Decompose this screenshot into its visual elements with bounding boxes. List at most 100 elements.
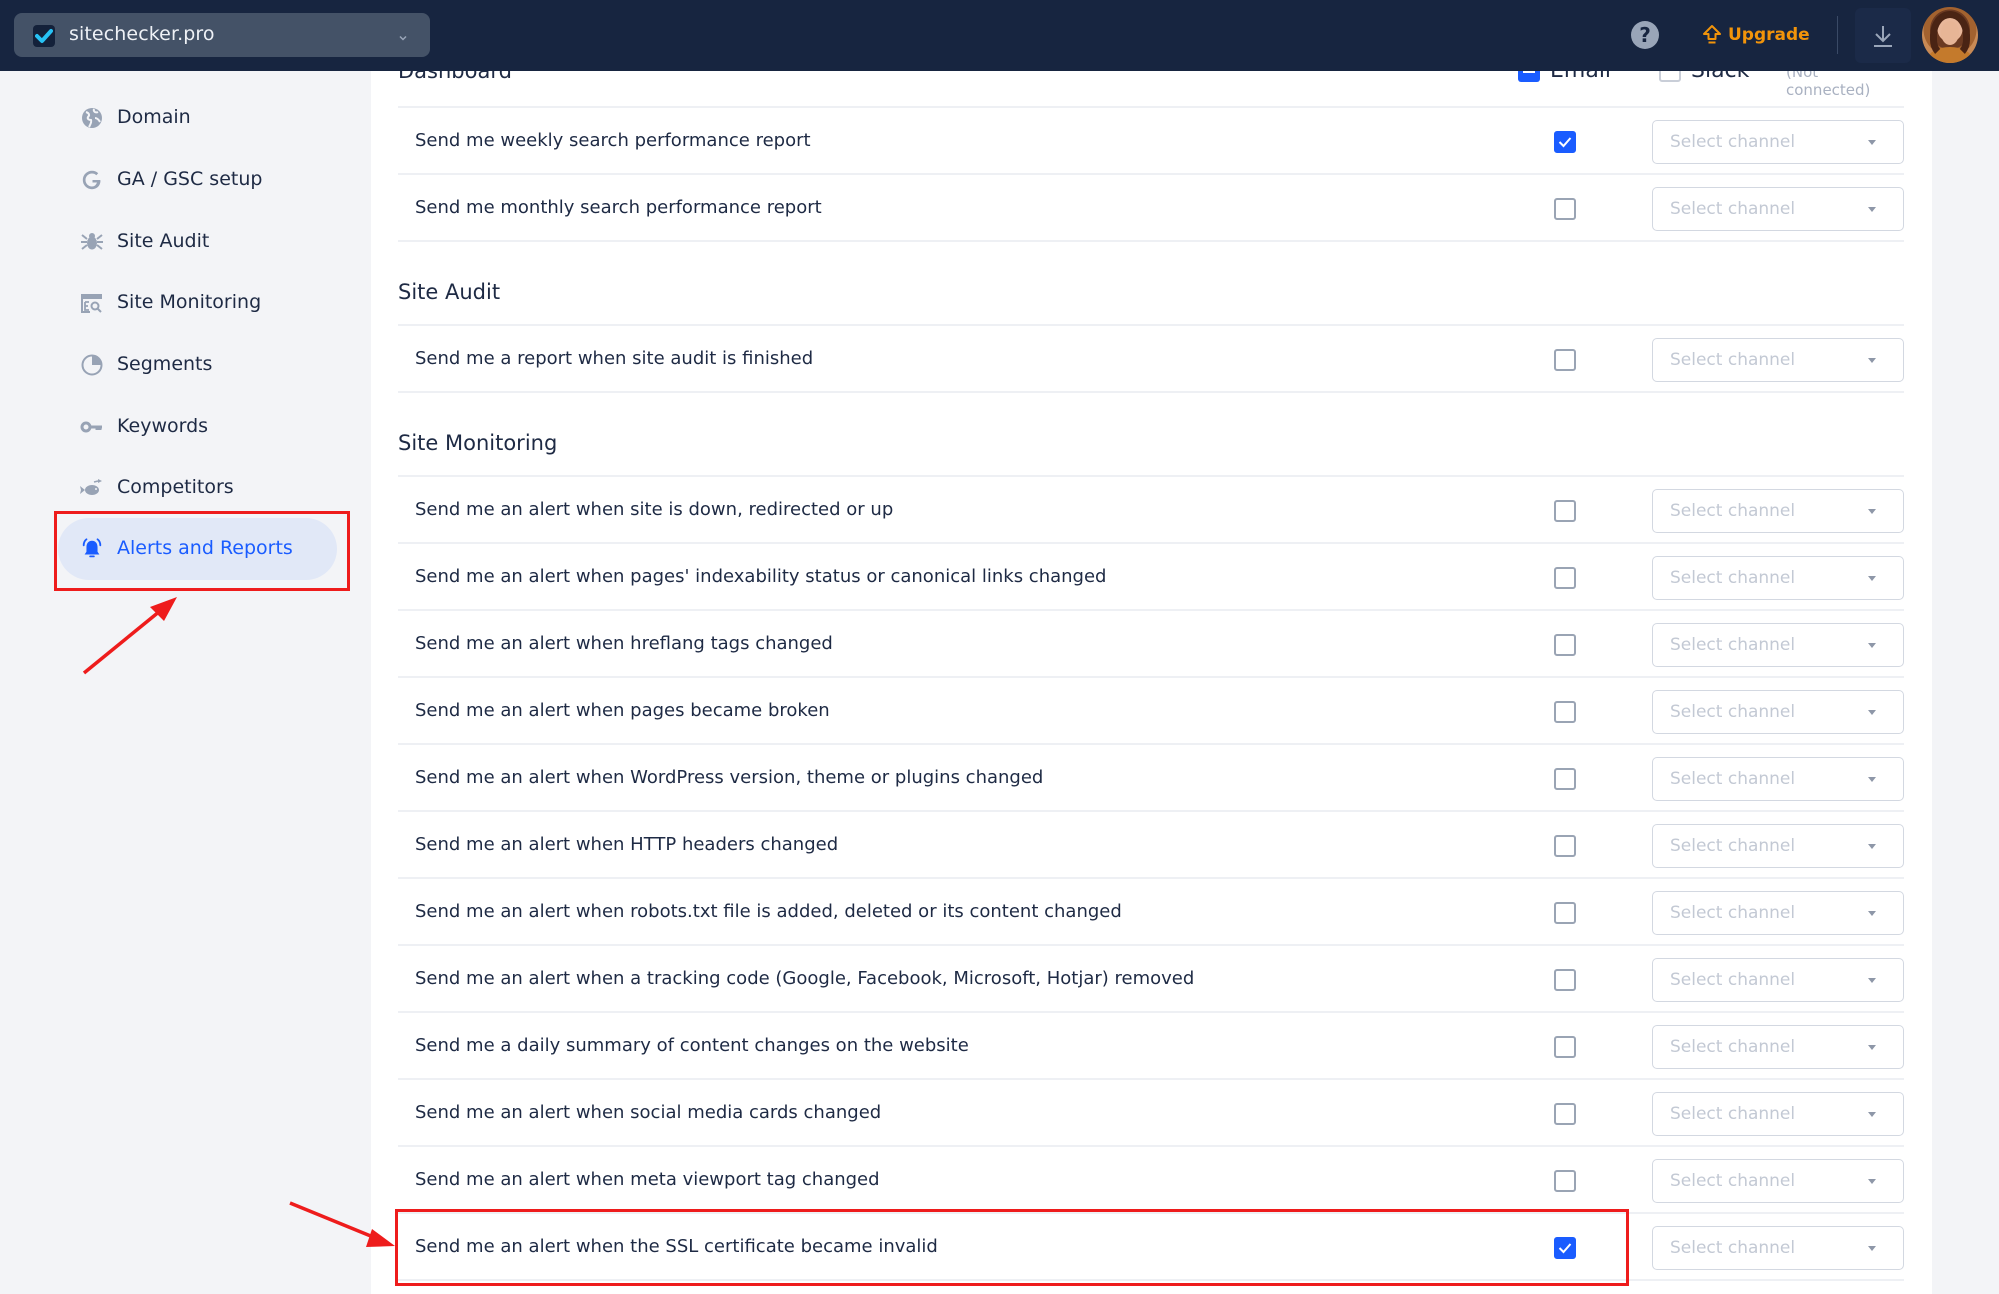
checkmark-icon — [1558, 1243, 1572, 1254]
email-checkbox[interactable] — [1554, 1036, 1576, 1058]
caret-down-icon — [1868, 1246, 1876, 1251]
sidebar-item-segments[interactable]: Segments — [58, 334, 337, 396]
caret-down-icon — [1868, 710, 1876, 715]
bell-icon — [80, 537, 104, 561]
slack-channel-select[interactable]: Select channel — [1652, 757, 1904, 801]
sidebar-item-label: Site Monitoring — [117, 291, 262, 313]
select-placeholder: Select channel — [1670, 970, 1796, 990]
select-placeholder: Select channel — [1670, 769, 1796, 789]
slack-select-all-checkbox[interactable] — [1659, 71, 1681, 82]
sidebar-item-ga-gsc-setup[interactable]: GA / GSC setup — [58, 149, 337, 211]
slack-column-label: Slack — [1691, 71, 1749, 83]
caret-down-icon — [1868, 1179, 1876, 1184]
dashboard-rows: Send me weekly search performance report… — [398, 108, 1904, 242]
alert-row: Send me an alert when WordPress version,… — [398, 745, 1904, 812]
slack-channel-select[interactable]: Select channel — [1652, 1226, 1904, 1270]
alert-row: Send me an alert when a tracking code (G… — [398, 946, 1904, 1013]
sidebar-item-label: Competitors — [117, 476, 234, 498]
sidebar-item-competitors[interactable]: Competitors — [58, 457, 337, 519]
sidebar-item-site-monitoring[interactable]: Site Monitoring — [58, 272, 337, 334]
email-select-all-checkbox[interactable] — [1518, 71, 1540, 82]
pie-chart-icon — [80, 353, 104, 377]
alert-row: Send me an alert when pages' indexabilit… — [398, 544, 1904, 611]
email-checkbox[interactable] — [1554, 969, 1576, 991]
slack-channel-select[interactable]: Select channel — [1652, 187, 1904, 231]
sidebar-item-label: GA / GSC setup — [117, 168, 263, 190]
slack-channel-select[interactable]: Select channel — [1652, 120, 1904, 164]
site-name: sitechecker.pro — [69, 23, 215, 45]
slack-channel-select[interactable]: Select channel — [1652, 489, 1904, 533]
email-checkbox[interactable] — [1554, 835, 1576, 857]
email-checkbox[interactable] — [1554, 567, 1576, 589]
email-column-label: Email — [1550, 71, 1611, 83]
slack-channel-select[interactable]: Select channel — [1652, 891, 1904, 935]
alert-label: Send me an alert when meta viewport tag … — [415, 1169, 880, 1190]
alert-label: Send me a report when site audit is fini… — [415, 348, 814, 369]
slack-channel-select[interactable]: Select channel — [1652, 1025, 1904, 1069]
caret-down-icon — [1868, 978, 1876, 983]
upgrade-arrow-icon — [1703, 25, 1721, 44]
alert-row: Send me an alert when hreflang tags chan… — [398, 611, 1904, 678]
select-placeholder: Select channel — [1670, 132, 1796, 152]
alert-row: Send me weekly search performance report… — [398, 108, 1904, 175]
upgrade-label: Upgrade — [1728, 25, 1810, 45]
alert-row: Send me a daily summary of content chang… — [398, 1013, 1904, 1080]
email-checkbox[interactable] — [1554, 349, 1576, 371]
email-checkbox[interactable] — [1554, 634, 1576, 656]
alert-label: Send me an alert when HTTP headers chang… — [415, 834, 839, 855]
sidebar-item-domain[interactable]: Domain — [58, 87, 337, 149]
caret-down-icon — [1868, 576, 1876, 581]
alert-row: Send me an alert when meta viewport tag … — [398, 1147, 1904, 1214]
slack-channel-select[interactable]: Select channel — [1652, 690, 1904, 734]
alert-label: Send me an alert when hreflang tags chan… — [415, 633, 833, 654]
email-checkbox[interactable] — [1554, 1103, 1576, 1125]
sidebar-item-label: Domain — [117, 106, 191, 128]
email-checkbox[interactable] — [1554, 768, 1576, 790]
alert-row: Send me a report when site audit is fini… — [398, 326, 1904, 393]
site-selector[interactable]: sitechecker.pro — [14, 13, 430, 57]
slack-channel-select[interactable]: Select channel — [1652, 824, 1904, 868]
select-placeholder: Select channel — [1670, 1171, 1796, 1191]
slack-channel-select[interactable]: Select channel — [1652, 1092, 1904, 1136]
email-checkbox[interactable] — [1554, 131, 1576, 153]
email-checkbox[interactable] — [1554, 902, 1576, 924]
select-placeholder: Select channel — [1670, 350, 1796, 370]
slack-channel-select[interactable]: Select channel — [1652, 958, 1904, 1002]
select-placeholder: Select channel — [1670, 199, 1796, 219]
section-header-dashboard: Dashboard Email Slack (Not connected) — [398, 71, 1904, 108]
section-header-site-audit: Site Audit — [398, 242, 1904, 326]
email-checkbox[interactable] — [1554, 701, 1576, 723]
alerts-list: Dashboard Email Slack (Not connected) Se… — [398, 71, 1904, 1281]
caret-down-icon — [1868, 140, 1876, 145]
caret-down-icon — [1868, 207, 1876, 212]
email-checkbox[interactable] — [1554, 198, 1576, 220]
caret-down-icon — [1868, 844, 1876, 849]
sidebar-item-alerts-and-reports[interactable]: Alerts and Reports — [58, 518, 337, 580]
email-checkbox[interactable] — [1554, 500, 1576, 522]
slack-channel-select[interactable]: Select channel — [1652, 556, 1904, 600]
email-checkbox[interactable] — [1554, 1170, 1576, 1192]
sidebar: Domain GA / GSC setup Site Audit Site Mo… — [0, 71, 371, 1294]
key-icon — [80, 415, 104, 439]
check-logo-icon — [33, 25, 55, 47]
alert-label: Send me an alert when social media cards… — [415, 1102, 882, 1123]
upgrade-button[interactable]: Upgrade — [1702, 22, 1810, 48]
alert-row: Send me an alert when pages became broke… — [398, 678, 1904, 745]
sidebar-item-site-audit[interactable]: Site Audit — [58, 211, 337, 273]
question-circle-icon[interactable]: ? — [1631, 21, 1659, 49]
select-placeholder: Select channel — [1670, 1037, 1796, 1057]
user-avatar[interactable] — [1922, 7, 1978, 63]
caret-down-icon — [1868, 509, 1876, 514]
select-placeholder: Select channel — [1670, 903, 1796, 923]
slack-channel-select[interactable]: Select channel — [1652, 338, 1904, 382]
select-placeholder: Select channel — [1670, 1104, 1796, 1124]
caret-down-icon — [1868, 911, 1876, 916]
download-button[interactable] — [1855, 8, 1911, 63]
slack-channel-select[interactable]: Select channel — [1652, 1159, 1904, 1203]
email-checkbox[interactable] — [1554, 1237, 1576, 1259]
header-divider — [1837, 16, 1838, 54]
section-header-site-monitoring: Site Monitoring — [398, 393, 1904, 477]
slack-channel-select[interactable]: Select channel — [1652, 623, 1904, 667]
alert-row: Send me monthly search performance repor… — [398, 175, 1904, 242]
sidebar-item-keywords[interactable]: Keywords — [58, 396, 337, 458]
